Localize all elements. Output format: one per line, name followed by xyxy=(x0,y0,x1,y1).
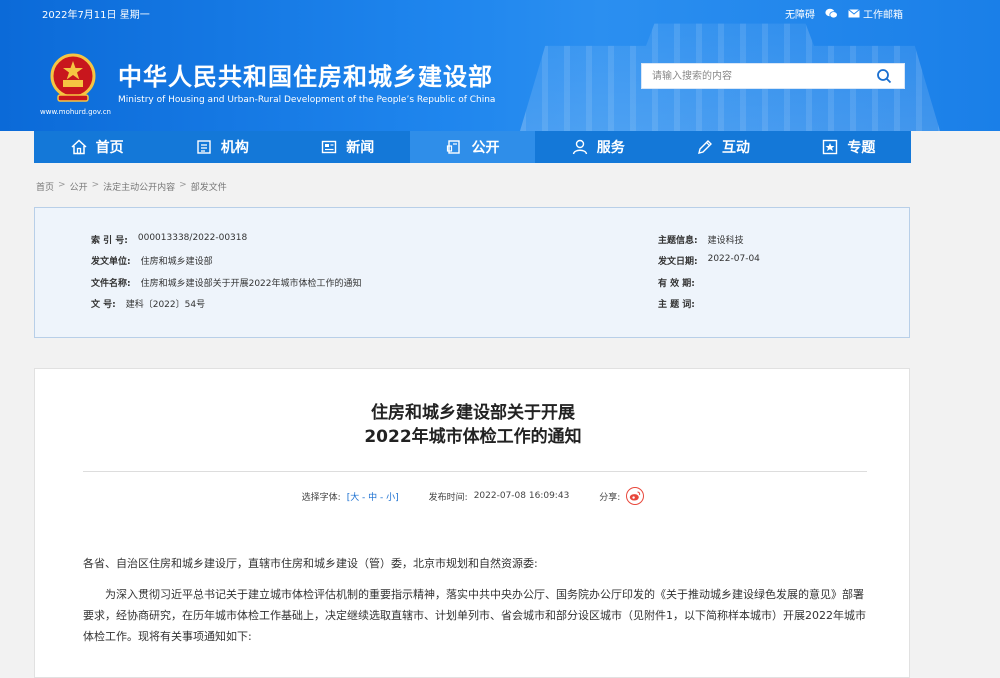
interact-icon xyxy=(698,140,713,154)
font-size-selector[interactable]: [大 - 中 - 小] xyxy=(347,490,399,503)
top-links: 无障碍 工作邮箱 xyxy=(785,6,903,21)
nav-label: 新闻 xyxy=(346,140,375,156)
breadcrumb-dept-docs[interactable]: 部发文件 xyxy=(191,180,227,193)
wechat-link[interactable] xyxy=(825,8,838,19)
meta-issuer: 发文单位: 住房和城乡建设部 xyxy=(91,257,213,267)
meta-index-no: 索 引 号: 000013338/2022-00318 xyxy=(91,233,248,246)
meta-issue-date: 发文日期: 2022-07-04 xyxy=(658,254,760,267)
work-mailbox-link[interactable]: 工作邮箱 xyxy=(848,6,903,21)
nav-tab-home[interactable]: 首页 xyxy=(34,131,159,163)
breadcrumb: 首页 > 公开 > 法定主动公开内容 > 部发文件 xyxy=(36,180,227,193)
nav-label: 机构 xyxy=(220,140,249,156)
news-icon xyxy=(322,140,337,154)
site-title-english: Ministry of Housing and Urban-Rural Deve… xyxy=(118,95,496,105)
current-date: 2022年7月11日 星期一 xyxy=(42,10,150,21)
article-panel: 住房和城乡建设部关于开展 2022年城市体检工作的通知 选择字体: [大 - 中… xyxy=(34,368,910,678)
topic-icon xyxy=(823,139,838,155)
breadcrumb-statutory[interactable]: 法定主动公开内容 xyxy=(103,180,175,193)
accessibility-label: 无障碍 xyxy=(785,10,815,21)
open-icon xyxy=(447,140,461,154)
search-icon[interactable] xyxy=(876,68,892,84)
site-title: 中华人民共和国住房和城乡建设部 xyxy=(118,63,493,91)
breadcrumb-separator: > xyxy=(179,180,187,190)
meta-keywords: 主 题 词: xyxy=(658,300,695,310)
main-nav: 首页 机构 新闻 公开 服务 互动 专题 xyxy=(34,131,911,163)
breadcrumb-open[interactable]: 公开 xyxy=(70,180,88,193)
nav-tab-org[interactable]: 机构 xyxy=(159,131,284,163)
home-icon xyxy=(71,139,87,155)
nav-label: 首页 xyxy=(95,140,124,156)
breadcrumb-home[interactable]: 首页 xyxy=(36,180,54,193)
wechat-icon xyxy=(825,8,838,19)
article-addressee: 各省、自治区住房和城乡建设厅，直辖市住房和城乡建设（管）委，北京市规划和自然资源… xyxy=(83,557,538,570)
accessibility-link[interactable]: 无障碍 xyxy=(785,6,815,21)
search-box xyxy=(641,63,905,89)
document-meta-panel: 索 引 号: 000013338/2022-00318 发文单位: 住房和城乡建… xyxy=(34,207,910,338)
nav-tab-news[interactable]: 新闻 xyxy=(285,131,410,163)
nav-label: 互动 xyxy=(722,140,751,156)
article-body: 各省、自治区住房和城乡建设厅，直辖市住房和城乡建设（管）委，北京市规划和自然资源… xyxy=(83,553,867,657)
weibo-share-icon[interactable] xyxy=(626,487,645,505)
national-emblem-icon xyxy=(50,53,96,102)
publish-time: 2022-07-08 16:09:43 xyxy=(473,491,570,501)
service-icon xyxy=(572,139,587,155)
nav-label: 公开 xyxy=(471,140,500,156)
meta-doc-name: 文件名称: 住房和城乡建设部关于开展2022年城市体检工作的通知 xyxy=(91,279,362,289)
nav-tab-interact[interactable]: 互动 xyxy=(660,131,785,163)
meta-validity: 有 效 期: xyxy=(658,279,695,289)
meta-topic: 主题信息: 建设科技 xyxy=(658,236,744,246)
article-paragraph: 为深入贯彻习近平总书记关于建立城市体检评估机制的重要指示精神，落实中共中央办公厅… xyxy=(83,588,866,643)
nav-label: 专题 xyxy=(847,140,876,156)
publish-time-label: 发布时间: xyxy=(428,492,468,503)
article-title-line1: 住房和城乡建设部关于开展 xyxy=(371,403,575,423)
font-size-label: 选择字体: xyxy=(301,492,341,503)
title-divider xyxy=(83,471,867,472)
nav-tab-topic[interactable]: 专题 xyxy=(786,131,911,163)
breadcrumb-separator: > xyxy=(58,180,66,190)
nav-tab-service[interactable]: 服务 xyxy=(535,131,660,163)
share-label: 分享: xyxy=(599,492,621,503)
article-info-bar: 选择字体: [大 - 中 - 小] 发布时间: 2022-07-08 16:09… xyxy=(35,487,911,505)
site-url: www.mohurd.gov.cn xyxy=(40,108,111,116)
article-title: 住房和城乡建设部关于开展 2022年城市体检工作的通知 xyxy=(35,401,911,449)
article-title-line2: 2022年城市体检工作的通知 xyxy=(364,427,582,447)
meta-doc-no: 文 号: 建科〔2022〕54号 xyxy=(91,300,206,310)
nav-label: 服务 xyxy=(596,140,625,156)
nav-tab-open[interactable]: 公开 xyxy=(409,131,536,163)
work-mailbox-label: 工作邮箱 xyxy=(863,10,903,21)
breadcrumb-separator: > xyxy=(91,180,100,190)
site-header: 2022年7月11日 星期一 无障碍 工作邮箱 中华人民共和国住房和城乡建设部 … xyxy=(0,0,1000,131)
org-icon xyxy=(197,140,211,154)
mail-icon xyxy=(848,9,860,18)
search-input[interactable] xyxy=(642,65,872,88)
